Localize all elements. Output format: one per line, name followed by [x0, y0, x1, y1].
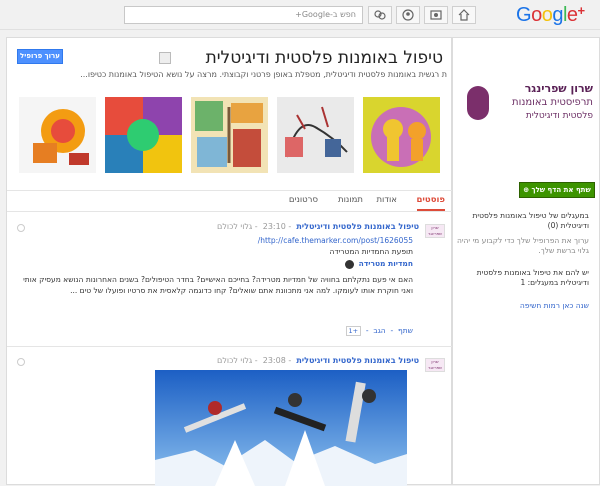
tab-about[interactable]: אודות — [376, 195, 397, 205]
post-header: טיפול באומנות פלסטית ודיגיטלית - 23:08 -… — [217, 356, 419, 365]
comment-link[interactable]: הגב — [373, 326, 385, 335]
profile-button[interactable] — [396, 6, 420, 24]
post-source[interactable]: חמדיות מטרידה — [345, 259, 413, 269]
share-link[interactable]: שתף — [398, 326, 413, 335]
share-page-button[interactable]: שתף את הדף שלך ⊕ — [519, 182, 595, 198]
brand-emblem-icon — [467, 86, 489, 120]
circles-title[interactable]: במעגלים של טיפול באומנות פלסטית ודיגיטלי… — [453, 211, 589, 231]
google-plus-logo[interactable]: Google+ — [516, 3, 585, 26]
photos-icon — [430, 10, 442, 20]
search-input[interactable]: חפש ב-Google+ — [124, 6, 363, 24]
photo-sculpture[interactable] — [19, 97, 96, 173]
home-button[interactable] — [452, 6, 476, 24]
post-author[interactable]: טיפול באומנות פלסטית ודיגיטלית — [296, 222, 419, 231]
games-icon — [374, 10, 386, 20]
author-avatar[interactable]: שרון שפרינגר — [425, 358, 445, 372]
post-header: טיפול באומנות פלסטית ודיגיטלית - 23:10 -… — [217, 222, 419, 231]
photo-collage[interactable] — [191, 97, 268, 173]
photo-drawing[interactable] — [277, 97, 354, 173]
profile-sidebar: שרון שפרינגר תרפיסטית באומנות פלסטית ודי… — [452, 37, 600, 485]
edit-profile-button[interactable]: ערוך פרופיל — [17, 49, 63, 64]
post-divider — [7, 346, 453, 347]
visibility-settings-link[interactable]: שנה כאן רמות חשיפה — [453, 301, 589, 310]
circles-hint: ערוך את הפרופיל שלך כדי לקבוע מי יהיה גל… — [456, 236, 589, 255]
post-card: שרון שפרינגר טיפול באומנות פלסטית ודיגיט… — [7, 350, 453, 486]
profile-tabs: פוסטים אודות תמונות סרטונים — [7, 190, 453, 212]
games-button[interactable] — [368, 6, 392, 24]
profile-brand-logo[interactable]: שרון שפרינגר תרפיסטית באומנות פלסטית ודי… — [467, 82, 593, 130]
post-time[interactable]: 23:10 — [263, 222, 286, 231]
profile-main: ערוך פרופיל טיפול באומנות פלסטית ודיגיטל… — [6, 37, 453, 486]
post-author[interactable]: טיפול באומנות פלסטית ודיגיטלית — [296, 356, 419, 365]
tab-posts[interactable]: פוסטים — [416, 195, 446, 211]
post-actions: שתף - הגב - +1 — [345, 326, 413, 336]
page-title: טיפול באומנות פלסטית ודיגיטלית — [205, 48, 443, 68]
brand-subtitle-1: תרפיסטית באומנות — [512, 97, 593, 108]
tab-photos[interactable]: תמונות — [338, 195, 363, 205]
home-icon — [458, 9, 470, 21]
brand-name: שרון שפרינגר — [524, 82, 593, 95]
post-time[interactable]: 23:08 — [263, 356, 286, 365]
post-link-title: תופעת החמדיות המטרידה — [329, 247, 413, 256]
post-visibility[interactable]: גלוי לכולם — [217, 222, 252, 231]
brand-subtitle-2: פלסטית ודיגיטלית — [525, 111, 593, 121]
plus-icon: ⊕ — [523, 186, 530, 194]
photo-lions[interactable] — [363, 97, 440, 173]
post-link[interactable]: http://cafe.themarker.com/post/1626055/ — [258, 236, 413, 245]
post-visibility[interactable]: גלוי לכולם — [217, 356, 252, 365]
author-avatar[interactable]: שרון שפרינגר — [425, 224, 445, 238]
post-image[interactable] — [155, 370, 407, 486]
in-circles-text: יש להם את טיפול באומנות פלסטית ודיגיטלית… — [476, 268, 589, 287]
post-card: שרון שפרינגר טיפול באומנות פלסטית ודיגיט… — [7, 216, 453, 348]
photos-button[interactable] — [424, 6, 448, 24]
plus-one-button[interactable]: +1 — [345, 326, 362, 336]
tab-videos[interactable]: סרטונים — [289, 195, 318, 205]
top-bar: חפש ב-Google+ Google+ — [0, 0, 600, 30]
post-body: האם אי פעם נתקלתם בחוויה של חמדיות מטריד… — [23, 275, 413, 295]
post-menu-icon[interactable] — [17, 224, 25, 232]
page-tagline: ת רגשית באומנות פלסטית ודיגיטלית, מטפלת … — [80, 70, 447, 79]
page-icon — [159, 52, 171, 64]
post-menu-icon[interactable] — [17, 358, 25, 366]
profile-icon — [402, 9, 414, 21]
source-icon — [345, 259, 355, 269]
photo-colors[interactable] — [105, 97, 182, 173]
